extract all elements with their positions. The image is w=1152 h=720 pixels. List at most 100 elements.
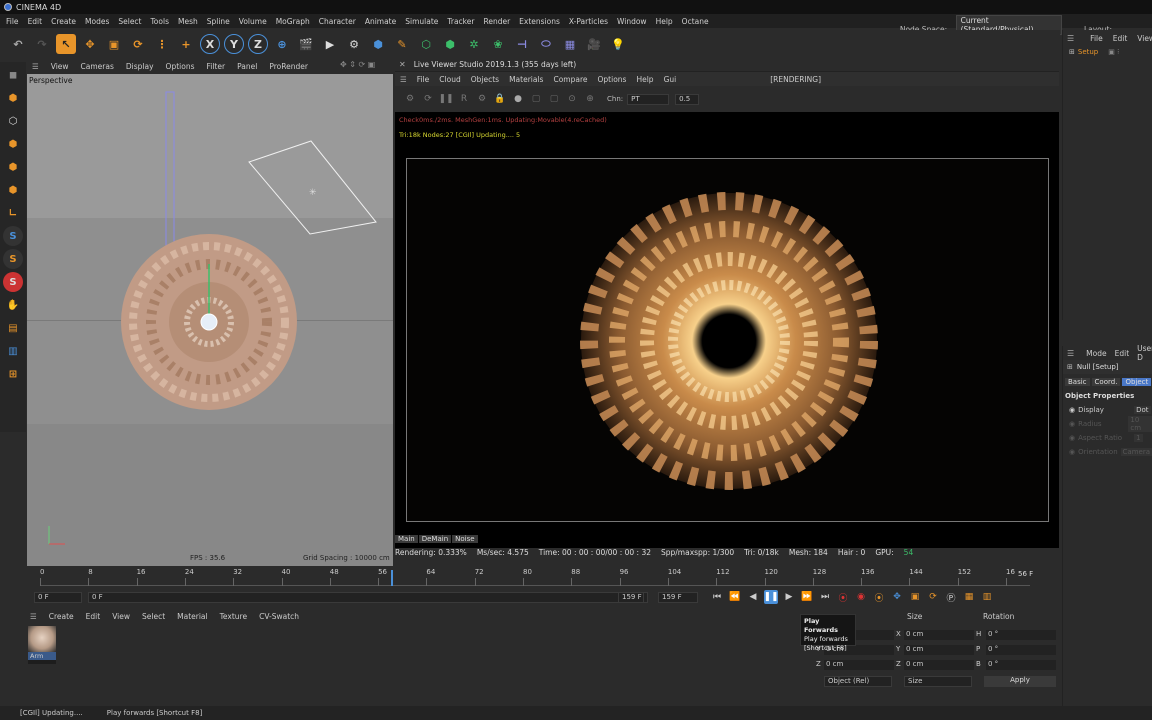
menu-x-particles[interactable]: X-Particles	[569, 17, 608, 26]
object-menu-file[interactable]: File	[1090, 34, 1103, 43]
end-frame-field2[interactable]: 159 F	[618, 591, 644, 603]
lv-menu-options[interactable]: Options	[598, 75, 627, 84]
points-mode-icon[interactable]: ⬢	[3, 134, 23, 154]
menu-spline[interactable]: Spline	[207, 17, 230, 26]
attr-tab-coord[interactable]: Coord.	[1091, 378, 1121, 386]
viewport-menu-filter[interactable]: Filter	[207, 62, 226, 71]
model-mode-icon[interactable]: ⬢	[3, 88, 23, 108]
coord-size-select[interactable]: Size	[904, 676, 972, 687]
scale-icon[interactable]: ▣	[104, 34, 124, 54]
texture-mode-icon[interactable]: ⬡	[3, 111, 23, 131]
menu-create[interactable]: Create	[51, 17, 76, 26]
x-axis-icon[interactable]: X	[200, 34, 220, 54]
menu-select[interactable]: Select	[118, 17, 141, 26]
lv-tab-noise[interactable]: Noise	[452, 535, 478, 543]
channel-select[interactable]: PT	[627, 93, 670, 105]
object-menu-view[interactable]: View	[1137, 34, 1152, 43]
field-icon[interactable]: ⬭	[536, 34, 556, 54]
viewport-nav-icons[interactable]: ✥ ⇕ ⟳ ▣	[340, 60, 375, 69]
menu-volume[interactable]: Volume	[239, 17, 267, 26]
keyframe-selection-icon[interactable]: ⦿	[872, 590, 886, 604]
coord-mode-select[interactable]: Object (Rel)	[824, 676, 892, 687]
y-axis-icon[interactable]: Y	[224, 34, 244, 54]
menu-render[interactable]: Render	[483, 17, 510, 26]
close-icon[interactable]: ✕	[399, 60, 406, 69]
lv-menu-help[interactable]: Help	[636, 75, 653, 84]
material-menu-create[interactable]: Create	[49, 612, 74, 621]
menu-character[interactable]: Character	[319, 17, 356, 26]
hamburger-icon[interactable]: ☰	[32, 62, 39, 71]
parameter-key-icon[interactable]: Ⓟ	[944, 590, 958, 604]
viewport-menu-cameras[interactable]: Cameras	[81, 62, 114, 71]
render-view-icon[interactable]: 🎬	[296, 34, 316, 54]
pen-icon[interactable]: ✎	[392, 34, 412, 54]
attr-prop-value[interactable]: Camera	[1120, 448, 1152, 456]
coord-rot-field[interactable]: 0 °	[986, 630, 1056, 640]
start-frame-field[interactable]: 0 F	[34, 591, 82, 603]
radio-icon[interactable]: ◉	[1069, 448, 1075, 456]
menu-tracker[interactable]: Tracker	[447, 17, 474, 26]
lock-icon[interactable]: 🔒	[493, 92, 507, 106]
lv-menu-gui[interactable]: Gui	[664, 75, 677, 84]
perspective-viewport[interactable]: Perspective ✳ FPS : 35.6 Grid Spacing : …	[27, 74, 393, 568]
snap-settings-icon[interactable]: S	[3, 249, 23, 269]
rotation-key-icon[interactable]: ⟳	[926, 590, 940, 604]
go-to-start-icon[interactable]: ⏮	[710, 590, 724, 604]
lv-menu-compare[interactable]: Compare	[553, 75, 587, 84]
menu-file[interactable]: File	[6, 17, 19, 26]
render-value-field[interactable]: 0.5	[675, 93, 700, 105]
grid-icon[interactable]: ▤	[3, 318, 23, 338]
cube-icon[interactable]: ⬢	[368, 34, 388, 54]
material-menu-material[interactable]: Material	[177, 612, 207, 621]
play-forwards-icon[interactable]: ❚❚	[763, 590, 779, 604]
pick-material-icon[interactable]: ⊕	[583, 92, 597, 106]
menu-mograph[interactable]: MoGraph	[276, 17, 310, 26]
menu-edit[interactable]: Edit	[28, 17, 43, 26]
scale-key-icon[interactable]: ▣	[908, 590, 922, 604]
rotate-icon[interactable]: ⟳	[128, 34, 148, 54]
viewport-menu-prorender[interactable]: ProRender	[269, 62, 308, 71]
add-icon[interactable]: +	[176, 34, 196, 54]
render-settings-icon[interactable]: ⚙	[344, 34, 364, 54]
settings-icon[interactable]: ⚙	[475, 92, 489, 106]
attr-prop-value[interactable]: 1	[1134, 434, 1143, 442]
attr-menu-edit[interactable]: Edit	[1115, 349, 1130, 358]
timeline[interactable]: 0 8 16 24 32 40 48 56 64 72 80 88 96 104 112 120 128 136 1…	[26, 566, 1060, 588]
attr-menu-user-d[interactable]: User D	[1137, 344, 1152, 362]
attr-prop-display[interactable]: ◉ Display Dot	[1063, 403, 1152, 417]
menu-modes[interactable]: Modes	[85, 17, 109, 26]
material-menu-cv-swatch[interactable]: CV-Swatch	[259, 612, 299, 621]
viewport-menu-options[interactable]: Options	[166, 62, 195, 71]
lv-menu-file[interactable]: File	[417, 75, 430, 84]
render-area[interactable]: Check0ms./2ms. MeshGen:1ms. Updating:Mov…	[395, 112, 1059, 548]
lock-workplane-icon[interactable]: ▥	[3, 341, 23, 361]
array-icon[interactable]: ✲	[464, 34, 484, 54]
menu-extensions[interactable]: Extensions	[519, 17, 560, 26]
z-axis-icon[interactable]: Z	[248, 34, 268, 54]
snap-icon[interactable]: S	[3, 226, 23, 246]
attr-prop-radius[interactable]: ◉ Radius 10 cm	[1063, 416, 1152, 432]
quantize-icon[interactable]: S	[3, 272, 23, 292]
menu-simulate[interactable]: Simulate	[405, 17, 438, 26]
make-editable-icon[interactable]: ◼	[3, 65, 23, 85]
pause-render-icon[interactable]: ❚❚	[438, 92, 453, 106]
preview-range-field[interactable]: 0 F	[88, 591, 648, 603]
menu-animate[interactable]: Animate	[365, 17, 396, 26]
coord-size-field[interactable]: 0 cm	[904, 645, 974, 655]
end-frame-field[interactable]: 159 F	[658, 591, 698, 603]
coord-size-field[interactable]: 0 cm	[904, 660, 974, 670]
menu-mesh[interactable]: Mesh	[178, 17, 198, 26]
lv-menu-cloud[interactable]: Cloud	[439, 75, 460, 84]
subdivision-icon[interactable]: ⬡	[416, 34, 436, 54]
restart-icon[interactable]: ⟳	[421, 92, 435, 106]
camera-icon[interactable]: 🎥	[584, 34, 604, 54]
menu-octane[interactable]: Octane	[682, 17, 709, 26]
attr-tab-object[interactable]: Object	[1122, 378, 1152, 386]
coord-rot-field[interactable]: 0 °	[986, 645, 1056, 655]
attr-prop-value[interactable]: Dot	[1134, 406, 1151, 414]
deformer-icon[interactable]: ⊣	[512, 34, 532, 54]
coord-size-field[interactable]: 0 cm	[904, 630, 974, 640]
redo-icon[interactable]: ↷	[32, 34, 52, 54]
apply-button[interactable]: Apply	[984, 676, 1056, 687]
autokeying-icon[interactable]: ◉	[854, 590, 868, 604]
